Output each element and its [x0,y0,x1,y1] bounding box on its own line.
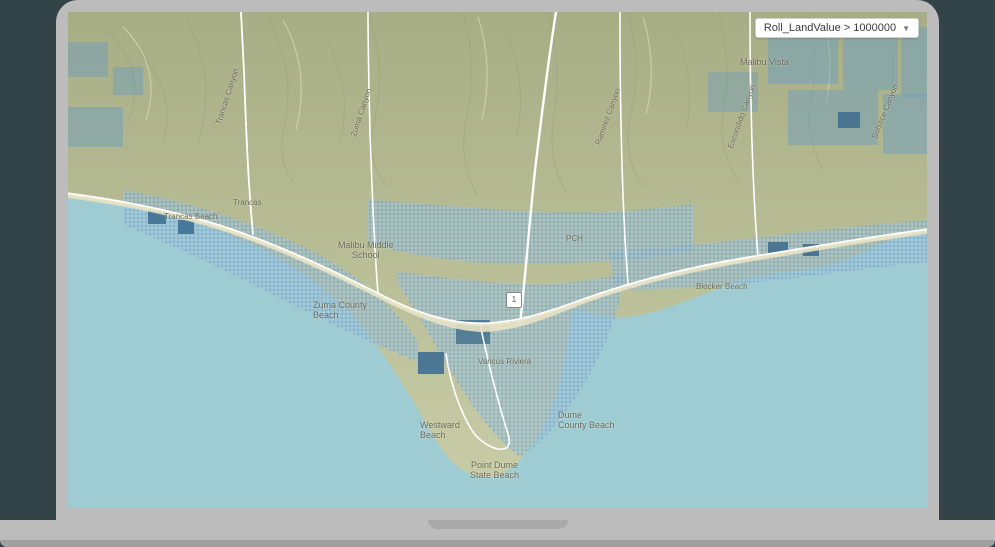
laptop-base [0,520,995,547]
map-viewport[interactable]: Malibu Vista Malibu MiddleSchool Zuma Co… [68,12,927,508]
laptop-mock: Malibu Vista Malibu MiddleSchool Zuma Co… [56,0,939,547]
laptop-bezel: Malibu Vista Malibu MiddleSchool Zuma Co… [56,0,939,520]
chevron-down-icon: ▼ [902,24,910,33]
land-layer [68,12,927,508]
filter-expression-pill[interactable]: Roll_LandValue > 1000000 ▼ [755,18,919,38]
filter-expression-text: Roll_LandValue > 1000000 [764,22,896,34]
